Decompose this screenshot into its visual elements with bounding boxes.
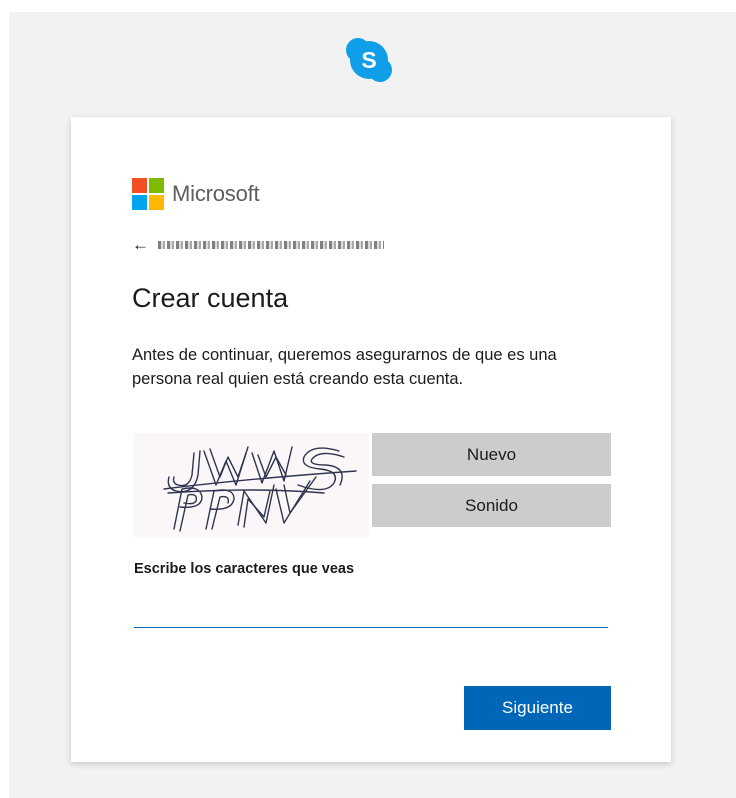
signup-card: Microsoft ← Crear cuenta Antes de contin… [71,117,671,762]
microsoft-wordmark: Microsoft [172,181,260,206]
next-button[interactable]: Siguiente [464,686,611,730]
svg-text:S: S [361,47,376,73]
page-title: Crear cuenta [132,283,289,313]
identity-banner: ← [132,235,384,255]
captcha-image [134,433,369,537]
captcha-new-button[interactable]: Nuevo [372,433,611,476]
microsoft-squares-icon [132,178,164,210]
description-text: Antes de continuar, queremos asegurarnos… [132,346,557,388]
arrow-left-icon[interactable]: ← [132,235,150,255]
redacted-email [158,241,384,249]
skype-icon: S [346,38,392,82]
captcha-input-label: Escribe los caracteres que veas [134,561,355,577]
captcha-audio-button[interactable]: Sonido [372,484,611,527]
microsoft-logo: Microsoft [132,178,260,210]
captcha-input[interactable] [134,597,608,628]
